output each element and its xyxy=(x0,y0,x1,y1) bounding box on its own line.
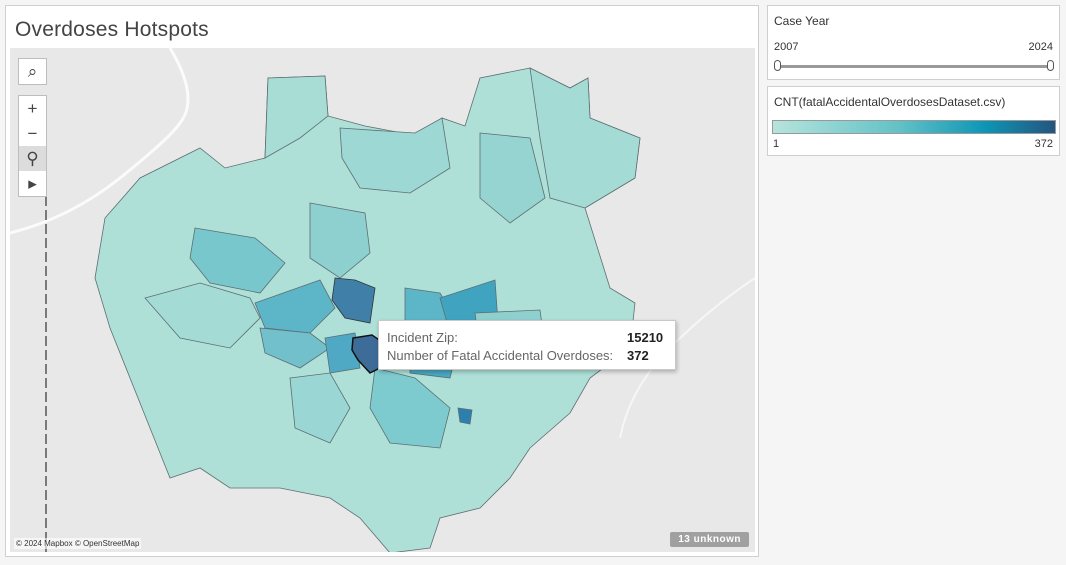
filter-title: Case Year xyxy=(774,14,830,28)
legend-title: CNT(fatalAccidentalOverdosesDataset.csv) xyxy=(774,95,1006,109)
year-slider-track[interactable] xyxy=(777,65,1052,68)
tooltip-count-row: Number of Fatal Accidental Overdoses: 37… xyxy=(387,348,649,363)
map-tooltip: Incident Zip: 15210 Number of Fatal Acci… xyxy=(378,320,676,370)
map-canvas[interactable] xyxy=(10,48,755,552)
legend-min-label: 1 xyxy=(773,138,780,150)
slider-max-label: 2024 xyxy=(1028,41,1053,53)
slider-min-label: 2007 xyxy=(774,41,799,53)
map-attribution[interactable]: © 2024 Mapbox © OpenStreetMap xyxy=(14,538,142,549)
tooltip-count-label: Number of Fatal Accidental Overdoses: xyxy=(387,348,614,363)
choropleth-map[interactable]: ⌕ + − ⚲ ▸ © 2024 Mapbox © OpenStreetMap … xyxy=(10,48,755,552)
play-icon[interactable]: ▸ xyxy=(19,171,46,196)
slider-handle-max[interactable] xyxy=(1047,60,1054,71)
viz-panel: Overdoses Hotspots ⌕ + − ⚲ ▸ © 2024 Mapb… xyxy=(5,5,759,557)
tooltip-zip-value: 15210 xyxy=(627,330,664,345)
legend-max-label: 372 xyxy=(1034,138,1053,150)
tooltip-zip-row: Incident Zip: 15210 xyxy=(387,330,663,345)
plus-icon[interactable]: + xyxy=(19,96,46,121)
zoom-toolbar: + − ⚲ ▸ xyxy=(18,95,47,197)
slider-handle-min[interactable] xyxy=(774,60,781,71)
region-small-dark[interactable] xyxy=(457,407,473,425)
minus-icon[interactable]: − xyxy=(19,121,46,146)
search-icon[interactable]: ⌕ xyxy=(19,59,46,84)
pin-icon[interactable]: ⚲ xyxy=(19,146,46,171)
page-title: Overdoses Hotspots xyxy=(15,18,209,41)
tooltip-count-value: 372 xyxy=(627,348,649,363)
legend-color-bar xyxy=(772,120,1056,134)
year-filter-card: Case Year 2007 2024 xyxy=(767,5,1060,80)
tooltip-zip-label: Incident Zip: xyxy=(387,330,458,345)
color-legend-card: CNT(fatalAccidentalOverdosesDataset.csv)… xyxy=(767,86,1060,156)
search-toolbar: ⌕ xyxy=(18,58,47,85)
unknown-badge[interactable]: 13 unknown xyxy=(670,532,749,547)
